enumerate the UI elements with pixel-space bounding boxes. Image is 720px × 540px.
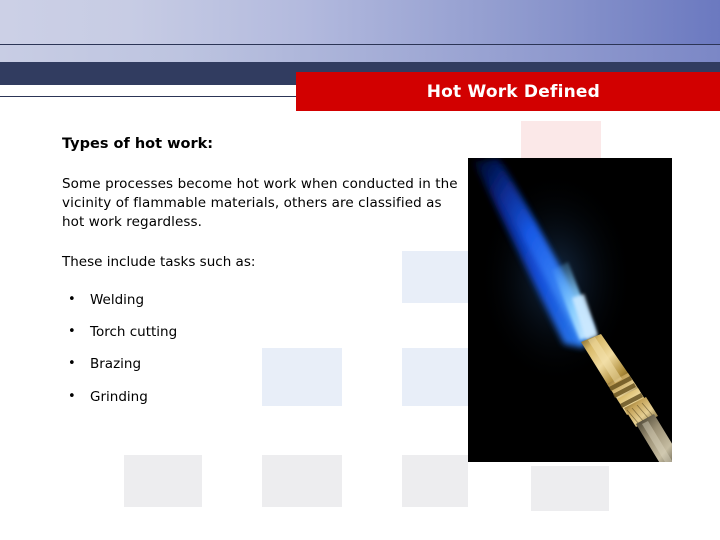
list-item-label: Grinding: [90, 388, 148, 405]
body-paragraph-2: These include tasks such as:: [62, 254, 256, 271]
decorative-square-gray-bottom-3: [402, 455, 468, 507]
list-item-label: Welding: [90, 291, 145, 308]
bullet-list: • Welding • Torch cutting • Brazing • Grinding: [62, 292, 462, 405]
decorative-square-gray-bottom-1: [124, 455, 202, 507]
section-heading: Types of hot work:: [62, 136, 214, 152]
title-banner: Hot Work Defined: [296, 72, 720, 111]
header-gradient-band: [0, 0, 720, 44]
torch-flame-photo: [468, 158, 672, 462]
slide: Hot Work Defined Types of hot work: Some…: [0, 0, 720, 540]
decorative-square-gray-bottom-4: [531, 466, 609, 511]
torch-flame-illustration: [468, 158, 672, 462]
list-item: • Brazing: [62, 356, 462, 372]
page-title: Hot Work Defined: [426, 81, 600, 102]
decorative-square-gray-bottom-2: [262, 455, 342, 507]
list-item: • Welding: [62, 292, 462, 308]
bullet-point-icon: •: [68, 356, 76, 372]
list-item-label: Torch cutting: [90, 324, 178, 341]
list-item: • Torch cutting: [62, 324, 462, 340]
header-gradient-band-lower: [0, 45, 720, 62]
bullet-point-icon: •: [68, 291, 76, 307]
body-paragraph-1: Some processes become hot work when cond…: [62, 176, 458, 230]
bullet-point-icon: •: [68, 388, 76, 404]
list-item-label: Brazing: [90, 356, 142, 373]
list-item: • Grinding: [62, 389, 462, 405]
header-accent-line: [0, 96, 296, 97]
bullet-point-icon: •: [68, 324, 76, 340]
slide-body: Types of hot work: Some processes become…: [62, 136, 462, 421]
